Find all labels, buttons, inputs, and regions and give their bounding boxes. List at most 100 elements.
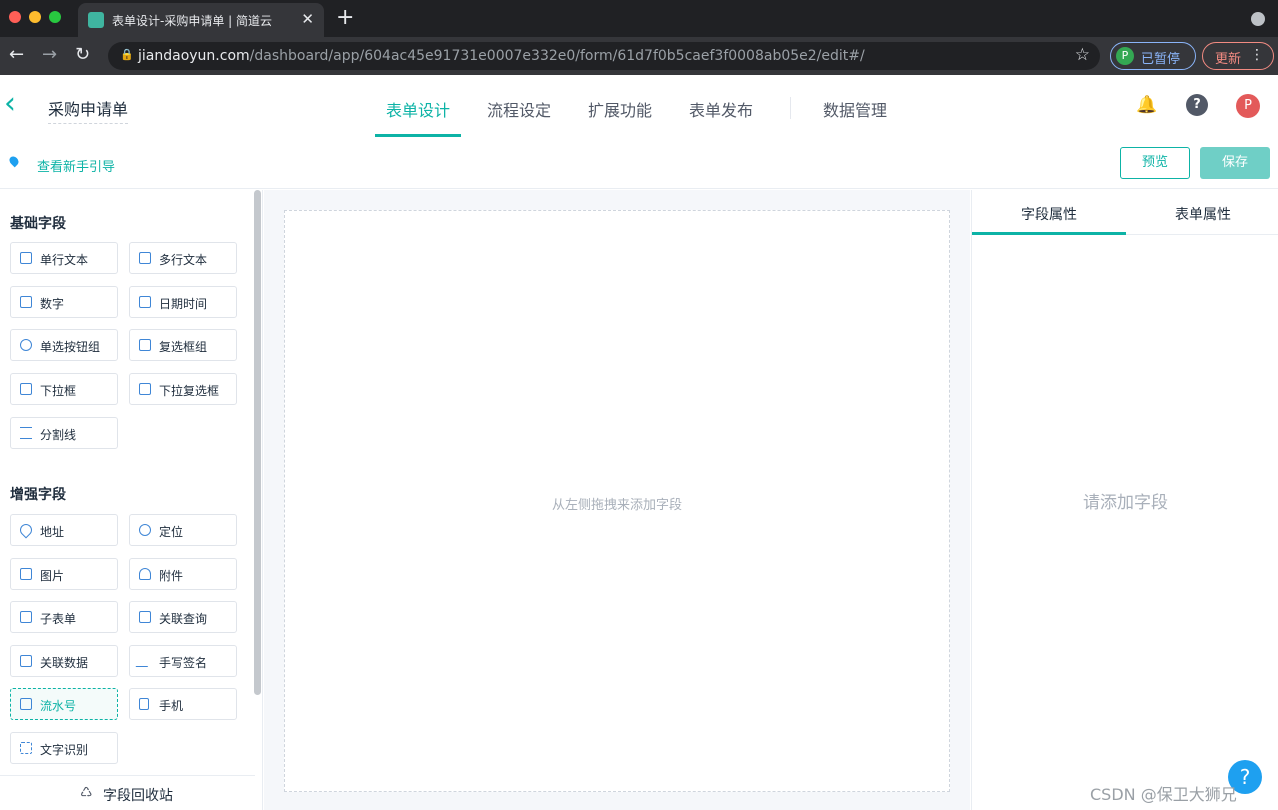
field-label: 地址 xyxy=(40,525,65,539)
number-icon xyxy=(20,296,32,308)
toolbar: 查看新手引导 预览 保存 xyxy=(0,139,1278,189)
serial-number-icon xyxy=(20,698,32,710)
update-button[interactable]: 更新 ⋮ xyxy=(1202,42,1274,70)
field-related-query[interactable]: 关联查询 xyxy=(129,601,237,633)
field-recycle-bin[interactable]: ♺ 字段回收站 xyxy=(0,775,255,810)
multi-dropdown-icon xyxy=(139,383,151,395)
field-subform[interactable]: 子表单 xyxy=(10,601,118,633)
field-datetime[interactable]: 日期时间 xyxy=(129,286,237,318)
field-related-data[interactable]: 关联数据 xyxy=(10,645,118,677)
address-bar[interactable]: 🔒 jiandaoyun.com/dashboard/app/604ac45e9… xyxy=(108,42,1100,70)
crosshair-icon xyxy=(139,524,151,536)
drop-hint: 从左侧拖拽来添加字段 xyxy=(551,498,682,513)
url-host: jiandaoyun.com xyxy=(138,48,250,64)
link-query-icon xyxy=(139,611,151,623)
field-checkbox-group[interactable]: 复选框组 xyxy=(129,329,237,361)
field-number[interactable]: 数字 xyxy=(10,286,118,318)
field-label: 图片 xyxy=(40,569,65,583)
browser-tab[interactable]: 表单设计-采购申请单 | 简道云 ✕ xyxy=(78,3,324,37)
browser-tab-bar: 表单设计-采购申请单 | 简道云 ✕ + xyxy=(0,0,1278,37)
field-label: 日期时间 xyxy=(159,297,208,311)
forward-arrow-icon[interactable]: → xyxy=(42,45,57,65)
pen-icon xyxy=(135,655,155,667)
window-maximize-button[interactable] xyxy=(49,11,61,23)
field-address[interactable]: 地址 xyxy=(10,514,118,546)
tab-workflow[interactable]: 流程设定 xyxy=(487,97,551,121)
empty-properties-hint: 请添加字段 xyxy=(1083,493,1168,513)
preview-button[interactable]: 预览 xyxy=(1120,147,1190,179)
help-icon[interactable]: ? xyxy=(1186,94,1208,116)
palette-scrollbar[interactable] xyxy=(254,190,261,695)
bookmark-star-icon[interactable]: ☆ xyxy=(1075,45,1090,65)
calendar-icon xyxy=(139,296,151,308)
reload-icon[interactable]: ↻ xyxy=(75,45,90,65)
save-button[interactable]: 保存 xyxy=(1200,147,1270,179)
field-image[interactable]: 图片 xyxy=(10,558,118,590)
text-line-icon xyxy=(20,252,32,264)
advanced-fields-title: 增强字段 xyxy=(10,487,66,503)
window-close-button[interactable] xyxy=(9,11,21,23)
field-attachment[interactable]: 附件 xyxy=(129,558,237,590)
lock-icon: 🔒 xyxy=(120,48,134,61)
url-text[interactable]: jiandaoyun.com/dashboard/app/604ac45e917… xyxy=(138,48,865,64)
field-label: 子表单 xyxy=(40,612,77,626)
form-drop-zone[interactable]: 从左侧拖拽来添加字段 xyxy=(284,210,950,792)
link-data-icon xyxy=(20,655,32,667)
update-label: 更新 xyxy=(1215,52,1242,67)
field-dropdown[interactable]: 下拉框 xyxy=(10,373,118,405)
field-location[interactable]: 定位 xyxy=(129,514,237,546)
field-label: 关联查询 xyxy=(159,612,208,626)
ocr-icon xyxy=(20,742,32,754)
window-minimize-button[interactable] xyxy=(29,11,41,23)
field-label: 定位 xyxy=(159,525,184,539)
field-label: 文字识别 xyxy=(40,743,89,757)
active-tab-indicator xyxy=(972,232,1126,235)
tab-extensions[interactable]: 扩展功能 xyxy=(588,97,652,121)
field-label: 单选按钮组 xyxy=(40,340,101,354)
user-avatar[interactable]: P xyxy=(1236,94,1260,118)
field-label: 数字 xyxy=(40,297,65,311)
field-label: 流水号 xyxy=(40,699,77,713)
field-signature[interactable]: 手写签名 xyxy=(129,645,237,677)
field-divider[interactable]: 分割线 xyxy=(10,417,118,449)
kebab-menu-icon[interactable]: ⋮ xyxy=(1250,47,1264,63)
recycle-icon: ♺ xyxy=(80,785,93,801)
new-tab-button[interactable]: + xyxy=(336,5,354,30)
dropdown-icon xyxy=(20,383,32,395)
checkbox-icon xyxy=(139,339,151,351)
profile-status: 已暂停 xyxy=(1141,52,1181,67)
location-pin-icon xyxy=(17,521,35,539)
watermark: CSDN @保卫大狮兄 xyxy=(1090,785,1237,804)
tab-field-properties[interactable]: 字段属性 xyxy=(972,204,1126,224)
tab-close-icon[interactable]: ✕ xyxy=(301,10,314,28)
field-single-line-text[interactable]: 单行文本 xyxy=(10,242,118,274)
active-tab-indicator xyxy=(375,134,461,137)
field-phone[interactable]: 手机 xyxy=(129,688,237,720)
bell-icon[interactable]: 🔔 xyxy=(1136,94,1158,116)
back-arrow-icon[interactable]: ← xyxy=(9,45,24,65)
field-label: 关联数据 xyxy=(40,656,89,670)
field-label: 下拉复选框 xyxy=(159,384,220,398)
field-label: 附件 xyxy=(159,569,184,583)
chrome-profile-icon[interactable] xyxy=(1251,12,1265,26)
beginner-guide-link[interactable]: 查看新手引导 xyxy=(37,156,115,175)
field-multi-dropdown[interactable]: 下拉复选框 xyxy=(129,373,237,405)
tab-form-design[interactable]: 表单设计 xyxy=(386,97,450,121)
field-ocr[interactable]: 文字识别 xyxy=(10,732,118,764)
tab-data-management[interactable]: 数据管理 xyxy=(823,97,887,121)
recycle-label: 字段回收站 xyxy=(103,788,173,804)
field-label: 分割线 xyxy=(40,428,77,442)
profile-paused-button[interactable]: P 已暂停 xyxy=(1110,42,1196,70)
tab-title: 表单设计-采购申请单 | 简道云 xyxy=(112,14,273,28)
profile-avatar: P xyxy=(1116,47,1134,65)
tab-form-properties[interactable]: 表单属性 xyxy=(1126,204,1278,224)
favicon-icon xyxy=(88,12,104,28)
field-serial-number[interactable]: 流水号 xyxy=(10,688,118,720)
field-multi-line-text[interactable]: 多行文本 xyxy=(129,242,237,274)
field-radio-group[interactable]: 单选按钮组 xyxy=(10,329,118,361)
field-label: 下拉框 xyxy=(40,384,77,398)
back-chevron-icon[interactable]: ‹ xyxy=(4,89,16,119)
url-path: /dashboard/app/604ac45e91731e0007e332e0/… xyxy=(249,48,865,64)
form-name[interactable]: 采购申请单 xyxy=(48,96,129,124)
tab-publish[interactable]: 表单发布 xyxy=(689,97,753,121)
